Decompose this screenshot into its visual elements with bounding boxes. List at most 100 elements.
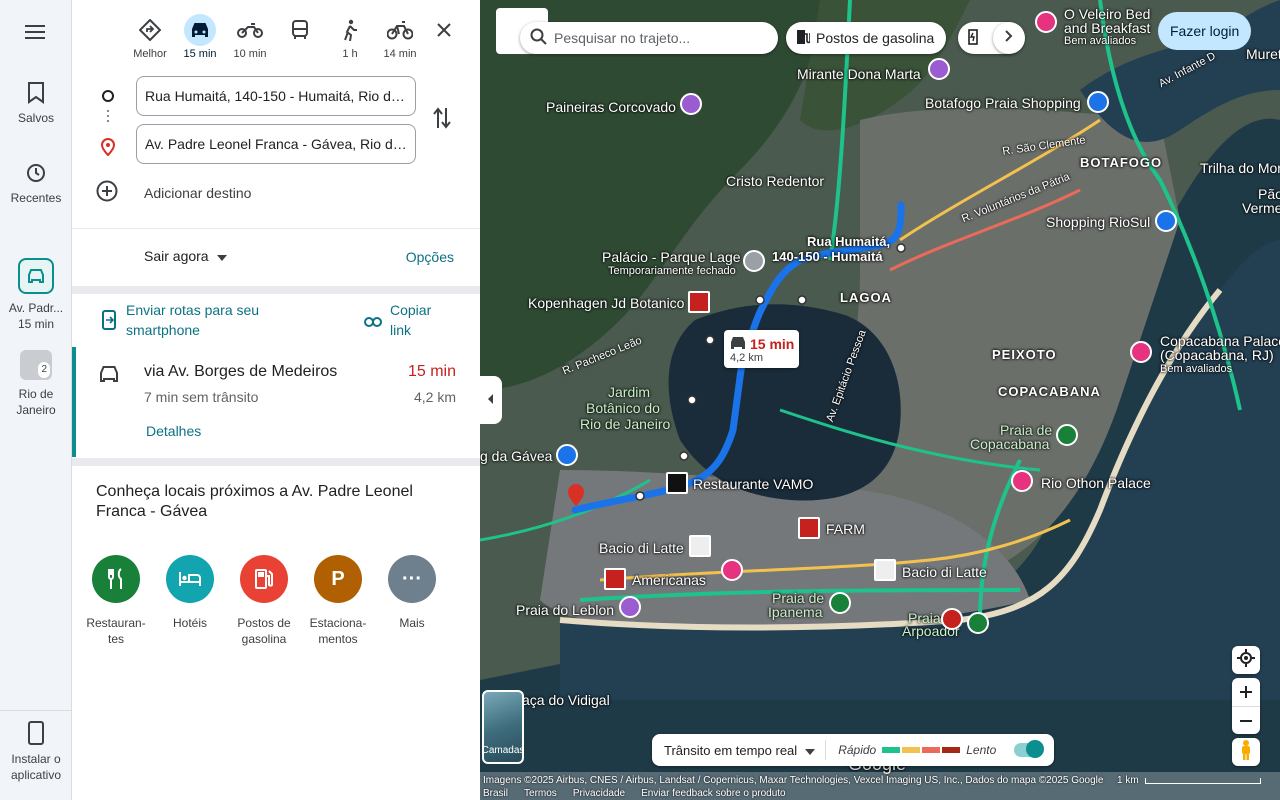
no-entry-pin-icon[interactable] xyxy=(941,608,963,630)
nearby-gas-stations[interactable]: Postos de gasolina xyxy=(237,555,291,647)
recent-route-time: 15 min xyxy=(17,317,55,331)
left-rail: Salvos Recentes Av. Padr... 15 min 2 Rio… xyxy=(0,0,72,800)
hotel-pin-icon[interactable] xyxy=(1011,470,1033,492)
mode-motorcycle[interactable]: 10 min xyxy=(228,14,272,60)
swap-directions-button[interactable] xyxy=(432,106,452,135)
store-pin-icon[interactable] xyxy=(604,568,626,590)
divider xyxy=(825,740,827,760)
gas-stations-chip[interactable]: Postos de gasolina xyxy=(786,22,947,54)
beach-pin-icon[interactable] xyxy=(1056,424,1078,446)
map-canvas[interactable]: O Veleiro Bed and Breakfast Bem avaliado… xyxy=(480,0,1280,800)
close-directions-button[interactable] xyxy=(432,20,456,44)
country-link[interactable]: Brasil xyxy=(483,788,508,799)
hotel-pin-icon[interactable] xyxy=(721,559,743,581)
send-to-phone-button[interactable]: Enviar rotas para seu smartphone xyxy=(102,300,296,340)
destination-input[interactable]: Av. Padre Leonel Franca - Gávea, Rio de … xyxy=(136,124,416,164)
beach-pin-icon[interactable] xyxy=(829,592,851,614)
nearby-hotels[interactable]: Hotéis xyxy=(166,555,214,647)
map-label-vamo[interactable]: Restaurante VAMO xyxy=(693,476,813,492)
mode-car[interactable]: 15 min xyxy=(178,14,222,60)
motorcycle-icon xyxy=(234,14,266,46)
scale-bar[interactable]: 1 km xyxy=(1117,775,1261,786)
map-label-rating2: Bem avaliados xyxy=(1160,363,1233,375)
nearby-restaurants[interactable]: Restauran-tes xyxy=(86,555,146,647)
camera-pin-icon[interactable] xyxy=(928,58,950,80)
ice-cream-pin-icon[interactable] xyxy=(689,535,711,557)
map-label-riosul[interactable]: Shopping RioSul xyxy=(1046,214,1150,230)
hotel-pin-icon[interactable] xyxy=(1130,341,1152,363)
login-button[interactable]: Fazer login xyxy=(1158,12,1252,50)
shopping-pin-icon[interactable] xyxy=(556,444,578,466)
chips-next-button[interactable] xyxy=(993,22,1025,54)
shopping-pin-icon[interactable] xyxy=(1087,91,1109,113)
beach-pin-icon[interactable] xyxy=(967,612,989,634)
map-label-botafogo-shopping[interactable]: Botafogo Praia Shopping xyxy=(925,95,1081,111)
traffic-slow-label: Lento xyxy=(966,743,997,757)
bicycle-icon xyxy=(384,14,416,46)
add-destination-label: Adicionar destino xyxy=(144,184,252,201)
best-route-icon xyxy=(134,14,166,46)
privacy-link[interactable]: Privacidade xyxy=(573,788,625,799)
map-label-trilha: Trilha do Morro xyxy=(1200,160,1280,176)
traffic-dropdown[interactable]: Trânsito em tempo real xyxy=(664,742,816,758)
map-label-paineiras[interactable]: Paineiras Corcovado xyxy=(546,99,676,115)
route-option-card[interactable]: via Av. Borges de Medeiros 7 min sem trâ… xyxy=(72,347,480,457)
traffic-swatch-slow xyxy=(922,747,941,753)
map-label-gavea: g da Gávea xyxy=(480,448,553,464)
terms-link[interactable]: Termos xyxy=(524,788,557,799)
camera-pin-icon[interactable] xyxy=(680,93,702,115)
gas-station-icon xyxy=(796,29,811,48)
mode-walk[interactable]: 1 h xyxy=(328,14,372,60)
museum-pin-icon[interactable] xyxy=(743,250,765,272)
search-along-route[interactable]: Pesquisar no trajeto... xyxy=(520,22,778,54)
recents-button[interactable]: Recentes xyxy=(0,162,72,206)
map-label-mirante[interactable]: Mirante Dona Marta xyxy=(797,66,921,82)
ice-cream-pin-icon[interactable] xyxy=(874,559,896,581)
feedback-link[interactable]: Enviar feedback sobre o produto xyxy=(641,788,786,799)
recent-route-item[interactable]: Av. Padr... 15 min xyxy=(0,258,72,332)
mode-best[interactable]: Melhor xyxy=(128,14,172,60)
nearby-parking[interactable]: P Estaciona-mentos xyxy=(310,555,366,647)
install-app-button[interactable]: Instalar o aplicativo xyxy=(0,710,72,783)
chocolate-shop-pin-icon[interactable] xyxy=(688,291,710,313)
map-label-othon[interactable]: Rio Othon Palace xyxy=(1041,475,1151,491)
store-pin-icon[interactable] xyxy=(798,517,820,539)
add-destination-button[interactable]: Adicionar destino xyxy=(96,180,251,205)
map-label-farm[interactable]: FARM xyxy=(826,521,865,537)
map-label-bacio-1[interactable]: Bacio di Latte xyxy=(599,540,684,556)
camera-pin-icon[interactable] xyxy=(619,596,641,618)
map-label-kopenhagen[interactable]: Kopenhagen Jd Botanico xyxy=(528,295,684,311)
my-location-button[interactable] xyxy=(1232,646,1260,674)
traffic-toggle[interactable] xyxy=(1014,740,1045,758)
copy-link-button[interactable]: Copiar link xyxy=(364,300,450,340)
hotel-pin-icon[interactable] xyxy=(1035,11,1057,33)
street-view-pegman-button[interactable] xyxy=(1232,738,1260,766)
collapse-panel-button[interactable] xyxy=(480,376,502,424)
map-label-vidigal: aça do Vidigal xyxy=(522,692,610,708)
traffic-label: Trânsito em tempo real xyxy=(664,742,798,758)
saved-button[interactable]: Salvos xyxy=(0,82,72,126)
map-label-bacio-2[interactable]: Bacio di Latte xyxy=(902,564,987,580)
recent-place-item[interactable]: 2 Rio de Janeiro xyxy=(0,350,72,418)
restaurant-pin-icon[interactable] xyxy=(666,472,688,494)
layers-button[interactable]: Camadas xyxy=(482,690,524,764)
menu-button[interactable] xyxy=(0,24,72,46)
mode-transit[interactable] xyxy=(278,14,322,60)
options-button[interactable]: Opções xyxy=(406,249,454,265)
origin-input[interactable]: Rua Humaitá, 140-150 - Humaitá, Rio de J… xyxy=(136,76,416,116)
map-label-americanas[interactable]: Americanas xyxy=(632,572,706,588)
zoom-out-button[interactable] xyxy=(1232,706,1260,734)
map-label-cristo[interactable]: Cristo Redentor xyxy=(726,173,824,189)
zoom-in-button[interactable] xyxy=(1240,678,1252,706)
route-info-badge[interactable]: 15 min 4,2 km xyxy=(724,330,799,368)
nearby-more[interactable]: ··· Mais xyxy=(388,555,436,647)
route-distance: 4,2 km xyxy=(413,389,456,405)
route-details-link[interactable]: Detalhes xyxy=(146,423,201,439)
bus-icon xyxy=(284,14,316,46)
mode-bike[interactable]: 14 min xyxy=(378,14,422,60)
depart-now-dropdown[interactable]: Sair agora xyxy=(144,248,227,264)
mode-car-label: 15 min xyxy=(183,48,217,60)
map-label-palacio[interactable]: Palácio - Parque Lage xyxy=(602,249,741,265)
shopping-pin-icon[interactable] xyxy=(1155,210,1177,232)
imagery-attribution: Imagens ©2025 Airbus, CNES / Airbus, Lan… xyxy=(483,775,1104,786)
